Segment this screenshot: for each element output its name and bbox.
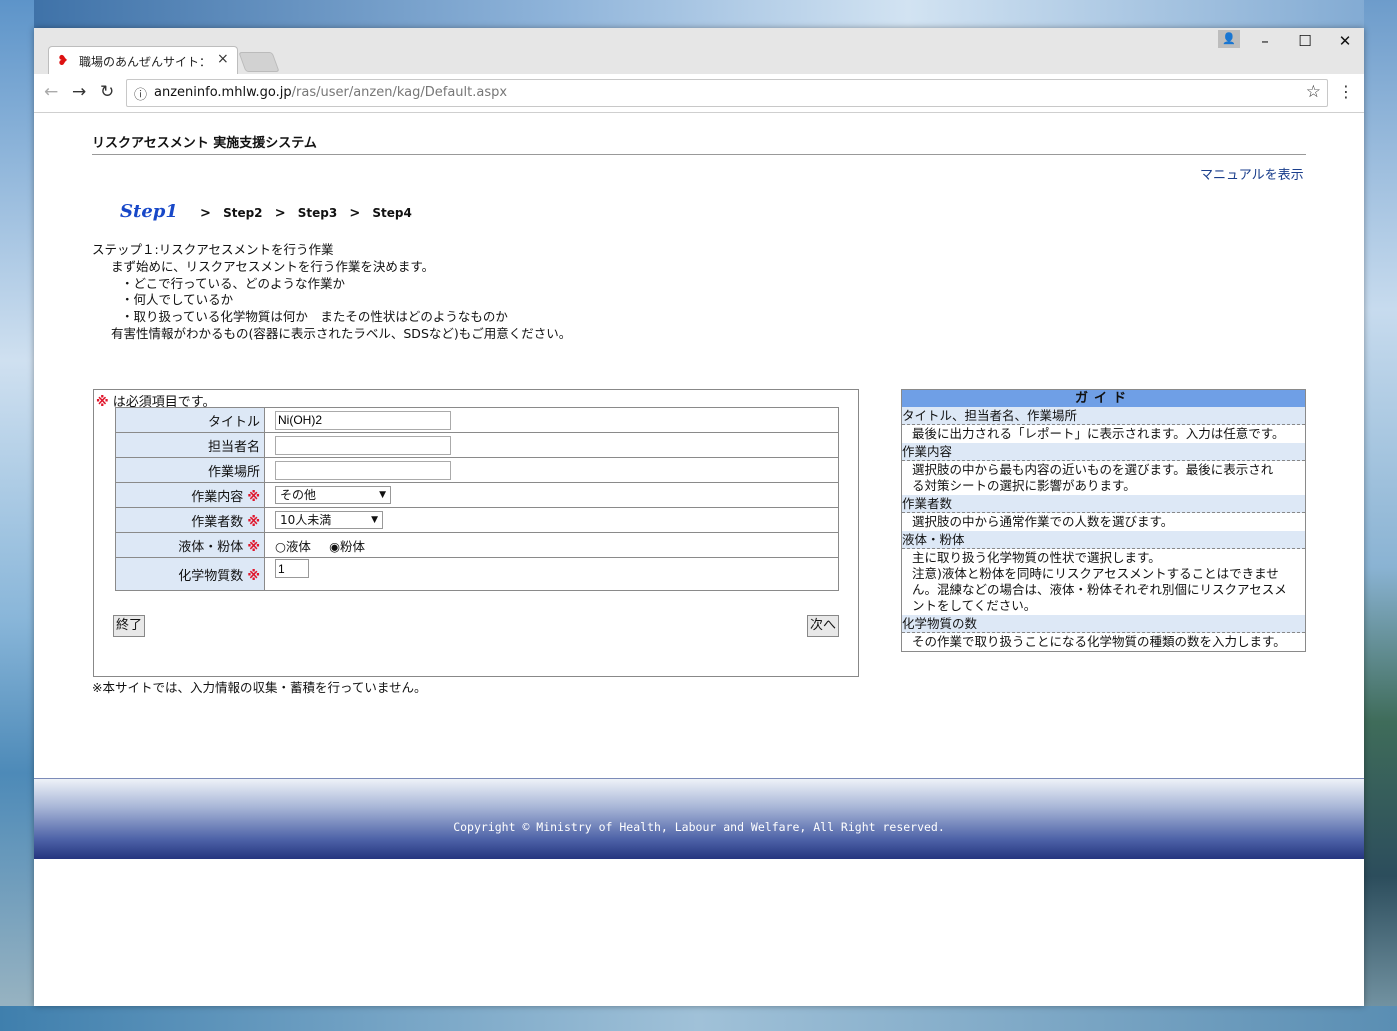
table-row: 担当者名	[115, 432, 839, 458]
title-bar: ❥ 職場のあんぜんサイト：化学 × 👤 – ☐ ✕	[34, 28, 1364, 75]
guide-desc: 主に取り扱う化学物質の性状で選択します。 注意)液体と粉体を同時にリスクアセスメ…	[912, 550, 1287, 613]
address-bar[interactable]: ⓘ anzeninfo.mhlw.go.jp/ras/user/anzen/ka…	[126, 79, 1328, 107]
place-label: 作業場所	[115, 457, 265, 483]
step-2: Step2	[223, 206, 263, 220]
radio-powder[interactable]: ◉粉体	[329, 539, 365, 554]
step-intro: ステップ１:リスクアセスメントを行う作業 まず始めに、リスクアセスメントを行う作…	[92, 242, 571, 343]
page-title: リスクアセスメント 実施支援システム	[92, 136, 317, 151]
intro-line: ・取り扱っている化学物質は何か またその性状はどのようなものか	[121, 309, 508, 325]
workers-select[interactable]: 10人未満 ▼	[275, 511, 383, 529]
title-label: タイトル	[115, 407, 265, 433]
state-label: 液体・粉体	[178, 539, 244, 555]
privacy-note: ※本サイトでは、入力情報の収集・蓄積を行っていません。	[92, 680, 427, 695]
desktop-background-right	[1364, 0, 1397, 1031]
guide-panel: ガイド タイトル、担当者名、作業場所 最後に出力される「レポート」に表示されます…	[901, 389, 1306, 652]
reload-icon[interactable]: ↻	[100, 82, 114, 102]
dropdown-arrow-icon: ▼	[371, 515, 378, 525]
copyright-text: Copyright © Ministry of Health, Labour a…	[453, 820, 945, 834]
menu-kebab-icon[interactable]: ⋮	[1338, 82, 1354, 101]
guide-term: タイトル、担当者名、作業場所	[902, 407, 1305, 425]
info-icon[interactable]: ⓘ	[134, 84, 147, 103]
table-row: 作業内容 ※ その他 ▼	[115, 482, 839, 508]
work-select[interactable]: その他 ▼	[275, 486, 391, 504]
profile-icon[interactable]: 👤	[1218, 30, 1240, 48]
guide-term: 化学物質の数	[902, 615, 1305, 633]
title-input[interactable]	[275, 410, 451, 430]
forward-arrow-icon[interactable]: →	[72, 82, 86, 102]
back-arrow-icon[interactable]: ←	[44, 82, 58, 102]
tab-title: 職場のあんぜんサイト：化学	[79, 55, 211, 69]
required-mark: ※	[247, 489, 260, 505]
maximize-icon[interactable]: ☐	[1290, 32, 1320, 50]
intro-line: ・何人でしているか	[121, 292, 234, 308]
step-indicator: Step1 > Step2 > Step3 > Step4	[120, 201, 412, 222]
required-mark: ※	[247, 514, 260, 530]
guide-desc: 選択肢の中から通常作業での人数を選びます。	[912, 514, 1174, 529]
desktop-background-bottom	[0, 1006, 1397, 1031]
step-current: Step1	[120, 201, 178, 222]
chem-count-label: 化学物質数	[178, 568, 244, 584]
intro-line: まず始めに、リスクアセスメントを行う作業を決めます。	[111, 258, 435, 274]
step-separator: >	[349, 206, 361, 221]
step-separator: >	[200, 206, 211, 221]
page-footer: Copyright © Ministry of Health, Labour a…	[34, 778, 1364, 859]
guide-term: 作業内容	[902, 443, 1305, 461]
browser-window: ❥ 職場のあんぜんサイト：化学 × 👤 – ☐ ✕ ← → ↻ ⓘ anzeni…	[34, 28, 1364, 1006]
next-button[interactable]: 次へ	[807, 615, 839, 637]
guide-desc: 最後に出力される「レポート」に表示されます。入力は任意です。	[912, 426, 1285, 441]
guide-desc: その作業で取り扱うことになる化学物質の種類の数を入力します。	[912, 634, 1286, 649]
url-text: anzeninfo.mhlw.go.jp/ras/user/anzen/kag/…	[154, 85, 508, 100]
intro-heading: ステップ１:リスクアセスメントを行う作業	[92, 242, 334, 257]
desktop-background-left	[0, 0, 34, 1031]
close-tab-icon[interactable]: ×	[217, 51, 229, 67]
guide-term: 液体・粉体	[902, 531, 1305, 549]
browser-tab[interactable]: ❥ 職場のあんぜんサイト：化学 ×	[48, 46, 238, 75]
minimize-icon[interactable]: –	[1250, 32, 1280, 50]
table-row: 液体・粉体 ※ ○液体 ◉粉体	[115, 532, 839, 558]
intro-line: 有害性情報がわかるもの(容器に表示されたラベル、SDSなど)もご用意ください。	[111, 325, 572, 341]
finish-button[interactable]: 終了	[113, 615, 145, 637]
browser-toolbar: ← → ↻ ⓘ anzeninfo.mhlw.go.jp/ras/user/an…	[34, 74, 1364, 113]
table-row: タイトル	[115, 407, 839, 433]
required-mark: ※	[96, 395, 109, 410]
dropdown-arrow-icon: ▼	[379, 490, 386, 500]
radio-liquid[interactable]: ○液体	[275, 539, 311, 554]
close-window-icon[interactable]: ✕	[1330, 32, 1360, 50]
guide-term: 作業者数	[902, 495, 1305, 513]
step-3: Step3	[297, 206, 338, 220]
table-row: 化学物質数 ※	[115, 557, 839, 591]
title-divider	[92, 154, 1306, 155]
input-form: ※ は必須項目です。 タイトル 担当者名 作業場所 作業内容 ※	[93, 389, 859, 677]
chem-count-input[interactable]	[275, 559, 309, 578]
desktop-background	[0, 0, 1397, 28]
new-tab-button[interactable]	[238, 52, 280, 72]
page-content: リスクアセスメント 実施支援システム マニュアルを表示 Step1 > Step…	[34, 113, 1364, 1006]
manual-link[interactable]: マニュアルを表示	[1200, 164, 1304, 183]
required-mark: ※	[247, 568, 260, 584]
person-label: 担当者名	[115, 432, 265, 458]
bookmark-star-icon[interactable]: ☆	[1306, 82, 1321, 102]
person-input[interactable]	[275, 435, 451, 455]
table-row: 作業場所	[115, 457, 839, 483]
form-table: タイトル 担当者名 作業場所 作業内容 ※ その他▼ 作業者数 ※ 1	[115, 407, 839, 591]
step-4: Step4	[372, 206, 412, 220]
required-mark: ※	[247, 539, 260, 555]
workers-label: 作業者数	[191, 514, 244, 530]
guide-heading: ガイド	[902, 390, 1305, 407]
step-separator: >	[274, 206, 286, 221]
place-input[interactable]	[275, 460, 451, 480]
intro-line: ・どこで行っている、どのような作業か	[121, 275, 346, 291]
guide-desc: 選択肢の中から最も内容の近いものを選びます。最後に表示され る対策シートの選択に…	[912, 462, 1274, 493]
site-favicon-icon: ❥	[57, 53, 69, 69]
table-row: 作業者数 ※ 10人未満 ▼	[115, 507, 839, 533]
work-label: 作業内容	[191, 489, 244, 505]
